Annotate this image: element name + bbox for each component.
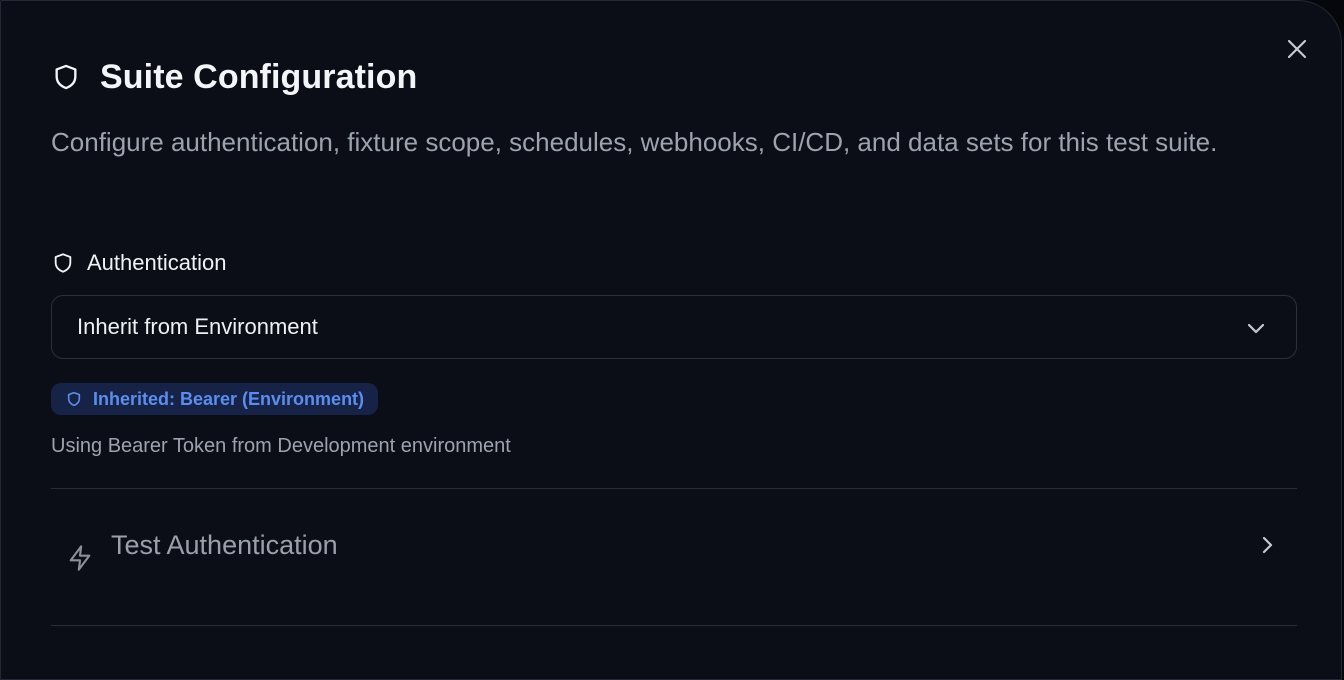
authentication-label: Authentication: [87, 250, 227, 275]
shield-icon: [65, 390, 83, 408]
lightning-icon: [65, 543, 95, 573]
authentication-hint: Using Bearer Token from Development envi…: [51, 435, 511, 457]
inherited-auth-badge: Inherited: Bearer (Environment): [51, 383, 379, 415]
close-icon: [1287, 39, 1307, 59]
dialog-title: Suite Configuration: [100, 57, 418, 96]
dialog-header: Suite Configuration: [51, 55, 417, 99]
shield-icon: [51, 251, 75, 275]
section-divider: [51, 625, 1297, 626]
dialog-description: Configure authentication, fixture scope,…: [51, 127, 1218, 157]
close-button[interactable]: [1281, 33, 1313, 65]
authentication-select[interactable]: Inherit from Environment: [51, 295, 1297, 359]
test-authentication-label: Test Authentication: [111, 530, 338, 560]
test-authentication-button[interactable]: Test Authentication: [51, 489, 1297, 625]
authentication-select-value: Inherit from Environment: [77, 314, 318, 339]
suite-configuration-dialog: Suite Configuration Configure authentica…: [0, 0, 1342, 680]
chevron-right-icon: [1262, 536, 1273, 554]
inherited-auth-badge-text: Inherited: Bearer (Environment): [93, 388, 365, 409]
authentication-section-header: Authentication: [51, 247, 226, 279]
shield-icon: [51, 62, 81, 92]
chevron-down-icon: [1247, 323, 1265, 334]
